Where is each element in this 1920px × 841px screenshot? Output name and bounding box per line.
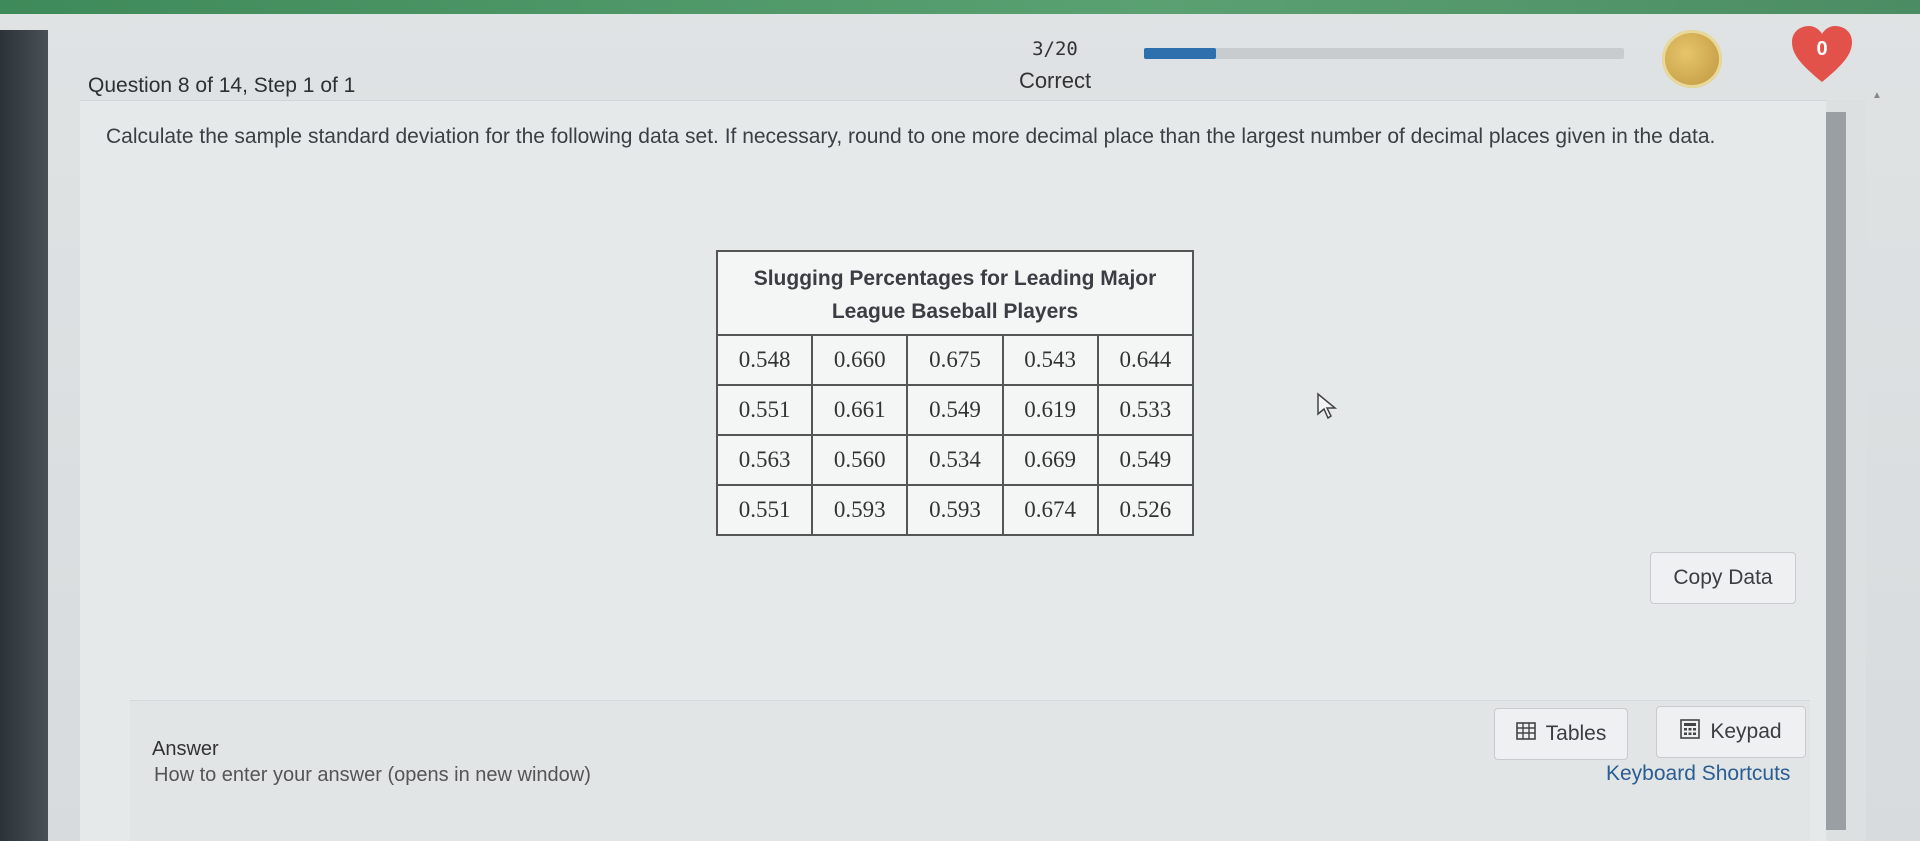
score-status: Correct (1018, 68, 1092, 93)
progress-bar (1144, 48, 1624, 59)
copy-data-button[interactable]: Copy Data (1650, 552, 1796, 604)
table-cell: 0.560 (811, 434, 909, 486)
table-cell: 0.543 (1001, 334, 1099, 386)
question-label: Question 8 of 14, Step 1 of 1 (88, 74, 356, 97)
table-title: Slugging Percentages for Leading Major L… (717, 251, 1193, 336)
answer-help-link[interactable]: How to enter your answer (opens in new w… (154, 764, 591, 787)
header-bar: Question 8 of 14, Step 1 of 1 3/20 Corre… (0, 14, 1880, 106)
table-cell: 0.549 (906, 384, 1004, 436)
table-cell: 0.593 (906, 484, 1004, 536)
scroll-up-icon[interactable]: ▲ (1872, 90, 1882, 101)
table-row: 0.551 0.593 0.593 0.674 0.526 (715, 484, 1195, 536)
table-cell: 0.549 (1096, 434, 1195, 486)
table-cell: 0.551 (715, 484, 814, 536)
heart-count: 0 (1816, 38, 1828, 60)
answer-label: Answer (152, 738, 219, 760)
table-cell: 0.644 (1096, 334, 1195, 386)
progress-bar-fill (1144, 48, 1216, 59)
table-cell: 0.674 (1001, 484, 1099, 536)
table-row: 0.563 0.560 0.534 0.669 0.549 (715, 434, 1195, 486)
monitor-bezel-left (0, 30, 48, 841)
question-text: Calculate the sample standard deviation … (106, 125, 1716, 148)
heart-icon[interactable]: 0 (1790, 24, 1854, 86)
table-cell: 0.619 (1001, 384, 1099, 436)
table-cell: 0.548 (715, 334, 814, 386)
data-table: Slugging Percentages for Leading Major L… (715, 250, 1195, 536)
table-cell: 0.563 (715, 434, 814, 486)
table-cell: 0.660 (811, 334, 909, 386)
scrollbar-thumb[interactable] (1826, 112, 1846, 830)
table-row: 0.548 0.660 0.675 0.543 0.644 (715, 334, 1195, 386)
tables-button[interactable]: Tables (1494, 708, 1628, 760)
keyboard-shortcuts-link[interactable]: Keyboard Shortcuts (1606, 762, 1790, 786)
table-cell: 0.593 (811, 484, 909, 536)
calculator-icon (1680, 719, 1701, 745)
table-cell: 0.534 (906, 434, 1004, 486)
keypad-button[interactable]: Keypad (1656, 706, 1806, 758)
table-cell: 0.661 (811, 384, 909, 436)
top-color-strip (0, 0, 1920, 14)
table-row: 0.551 0.661 0.549 0.619 0.533 (715, 384, 1195, 436)
table-cell: 0.526 (1096, 484, 1195, 536)
table-grid-icon (1515, 722, 1536, 746)
keypad-label: Keypad (1710, 720, 1782, 743)
score-count: 3/20 (1032, 38, 1078, 60)
table-cell: 0.533 (1096, 384, 1195, 436)
mouse-pointer-icon (1316, 392, 1340, 425)
tables-label: Tables (1545, 722, 1607, 745)
table-cell: 0.669 (1001, 434, 1099, 486)
table-cell: 0.551 (715, 384, 814, 436)
table-cell: 0.675 (906, 334, 1004, 386)
coin-icon[interactable] (1662, 30, 1722, 88)
table-header-row: Slugging Percentages for Leading Major L… (717, 251, 1193, 336)
score-display: 3/20 Correct (990, 38, 1120, 94)
screen: Question 8 of 14, Step 1 of 1 3/20 Corre… (0, 0, 1920, 841)
